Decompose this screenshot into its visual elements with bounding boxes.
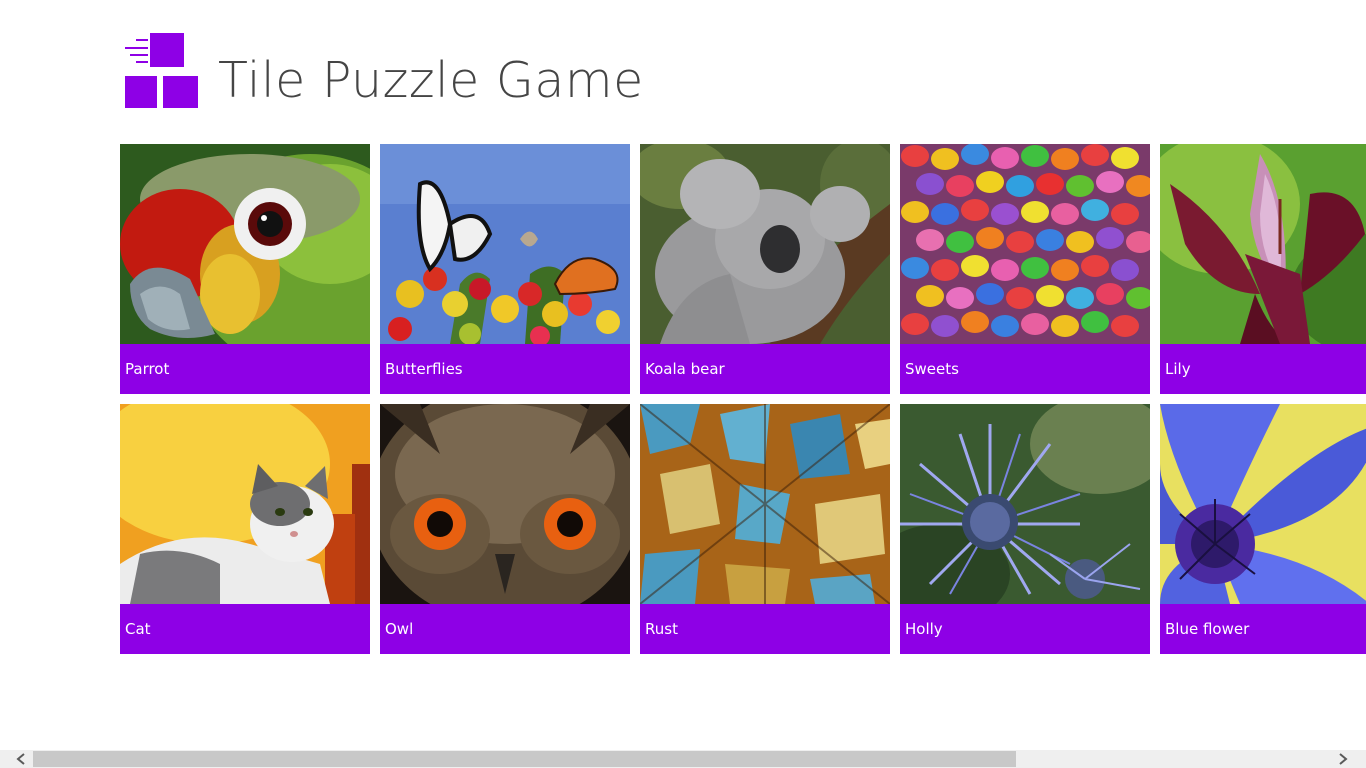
puzzle-label: Owl [385, 620, 414, 638]
parrot-image [120, 144, 370, 344]
cat-image [120, 404, 370, 604]
chevron-left-icon [16, 753, 25, 765]
puzzle-tile-cat[interactable]: Cat [120, 404, 370, 654]
blue-flower-image [1160, 404, 1366, 604]
puzzle-label: Sweets [905, 360, 959, 378]
sweets-image [900, 144, 1150, 344]
puzzle-tile-lily[interactable]: Lily [1160, 144, 1366, 394]
puzzle-label: Rust [645, 620, 678, 638]
scroll-right-button[interactable] [1333, 750, 1366, 768]
scroll-left-button[interactable] [0, 750, 33, 768]
puzzle-tile-sweets[interactable]: Sweets [900, 144, 1150, 394]
puzzle-label: Cat [125, 620, 151, 638]
koala-bear-image [640, 144, 890, 344]
rust-image [640, 404, 890, 604]
puzzle-tile-parrot[interactable]: Parrot [120, 144, 370, 394]
puzzle-tile-butterflies[interactable]: Butterflies [380, 144, 630, 394]
puzzle-label: Blue flower [1165, 620, 1250, 638]
puzzle-label: Lily [1165, 360, 1191, 378]
puzzle-label: Parrot [125, 360, 170, 378]
owl-image [380, 404, 630, 604]
puzzle-tile-holly[interactable]: Holly [900, 404, 1150, 654]
puzzle-tile-rust[interactable]: Rust [640, 404, 890, 654]
puzzle-tile-blue-flower[interactable]: Blue flower [1160, 404, 1366, 654]
puzzle-tile-owl[interactable]: Owl [380, 404, 630, 654]
puzzle-label: Koala bear [645, 360, 725, 378]
scrollbar-thumb[interactable] [33, 751, 1016, 767]
puzzle-grid: Parrot Butterflies Koala bear Sweets Lil… [120, 144, 1366, 654]
puzzle-label: Holly [905, 620, 943, 638]
horizontal-scrollbar[interactable] [0, 750, 1366, 768]
app-title: Tile Puzzle Game [218, 52, 644, 109]
tile-puzzle-logo-icon [125, 33, 198, 108]
chevron-right-icon [1339, 753, 1348, 765]
puzzle-label: Butterflies [385, 360, 463, 378]
lily-image [1160, 144, 1366, 344]
puzzle-tile-koala-bear[interactable]: Koala bear [640, 144, 890, 394]
holly-image [900, 404, 1150, 604]
butterflies-image [380, 144, 630, 344]
